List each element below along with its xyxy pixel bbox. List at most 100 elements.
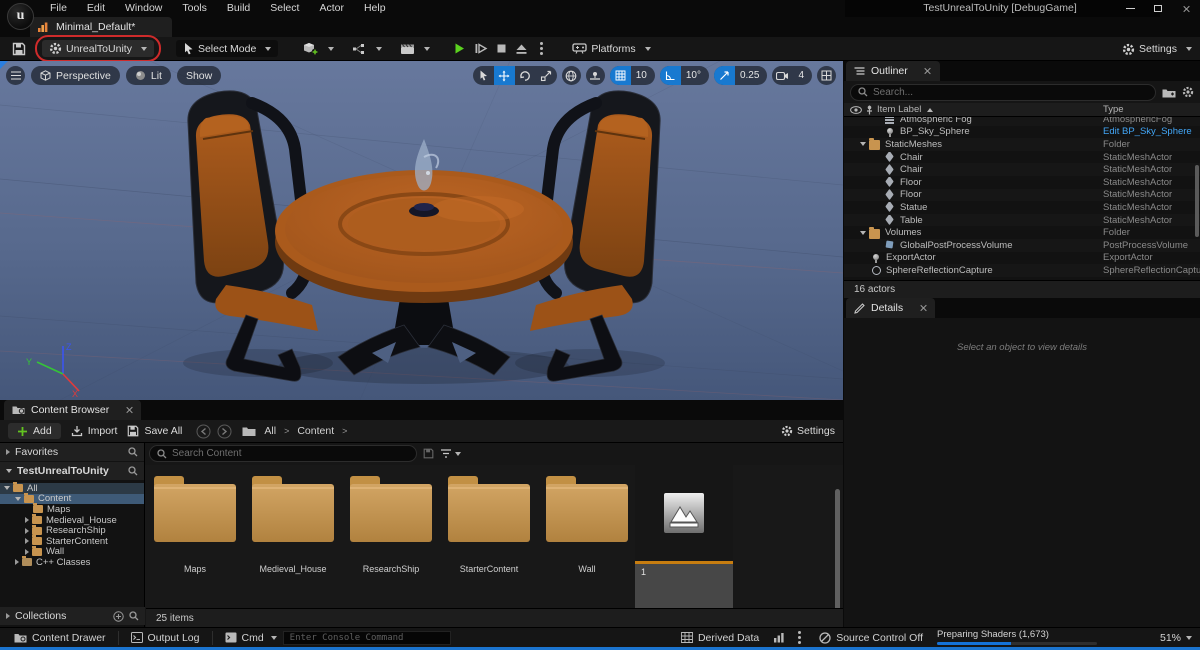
close-icon[interactable]	[919, 304, 927, 312]
tree-item-startercontent[interactable]: StarterContent	[0, 536, 144, 547]
search-icon[interactable]	[128, 466, 138, 476]
derived-data-button[interactable]: Derived Data	[675, 632, 765, 644]
outliner-row[interactable]: ChairStaticMeshActor	[844, 163, 1200, 176]
content-searchbox[interactable]	[149, 445, 417, 462]
grid-snap-control[interactable]: 10	[610, 66, 655, 85]
import-button[interactable]: Import	[71, 425, 118, 437]
level-tab[interactable]: Minimal_Default*	[30, 17, 172, 37]
insights-icon[interactable]	[773, 632, 786, 643]
folder-tile-maps[interactable]: Maps	[147, 468, 243, 574]
outliner-scrollbar[interactable]	[1195, 165, 1199, 237]
rotate-tool-button[interactable]	[515, 66, 536, 85]
save-button[interactable]	[8, 40, 30, 58]
toolbar-settings-dropdown[interactable]: Settings	[1122, 37, 1192, 61]
outliner-row[interactable]: FloorStaticMeshActor	[844, 176, 1200, 189]
cmd-dropdown[interactable]: Cmd	[219, 632, 283, 644]
platforms-dropdown[interactable]: Platforms	[565, 41, 657, 57]
menu-actor[interactable]: Actor	[309, 0, 354, 17]
menu-help[interactable]: Help	[354, 0, 396, 17]
stop-button[interactable]	[496, 43, 507, 54]
save-all-button[interactable]: Save All	[127, 425, 182, 437]
viewport-options-menu[interactable]	[6, 66, 25, 85]
tree-item-all[interactable]: All	[0, 483, 144, 494]
outliner-search-input[interactable]	[873, 87, 1148, 98]
select-tool-button[interactable]	[473, 66, 494, 85]
outliner-row[interactable]: TableStaticMeshActor	[844, 214, 1200, 227]
tree-item-content[interactable]: Content	[0, 494, 144, 505]
tree-item-cpp-classes[interactable]: C++ Classes	[0, 557, 144, 568]
surface-snapping-button[interactable]	[586, 66, 605, 85]
eye-icon[interactable]	[850, 106, 862, 114]
perspective-dropdown[interactable]: Perspective	[31, 66, 120, 85]
filter-dropdown[interactable]	[440, 449, 461, 458]
breadcrumb-current[interactable]: Content	[297, 425, 334, 437]
tree-item-researchship[interactable]: ResearchShip	[0, 525, 144, 536]
search-icon[interactable]	[128, 447, 138, 457]
project-section[interactable]: TestUnrealToUnity	[0, 462, 144, 480]
menu-tools[interactable]: Tools	[172, 0, 217, 17]
outliner-row[interactable]: GlobalPostProcessVolumePostProcessVolume	[844, 239, 1200, 252]
content-browser-settings[interactable]: Settings	[781, 425, 835, 437]
outliner-settings-icon[interactable]	[1182, 86, 1194, 98]
outliner-row[interactable]: StatueStaticMeshActor	[844, 201, 1200, 214]
breadcrumb-root[interactable]: All	[264, 425, 276, 437]
tree-item-medieval-house[interactable]: Medieval_House	[0, 515, 144, 526]
col-item-label[interactable]: Item Label	[877, 104, 921, 115]
tree-item-maps[interactable]: Maps	[0, 504, 144, 515]
close-button[interactable]	[1172, 0, 1200, 17]
play-button[interactable]	[453, 42, 466, 55]
source-control-button[interactable]: Source Control Off	[813, 632, 929, 644]
maximize-button[interactable]	[1144, 0, 1172, 17]
folder-tile-medieval-house[interactable]: Medieval_House	[245, 468, 341, 574]
rotation-snap-control[interactable]: 10°	[660, 66, 709, 85]
favorites-section[interactable]: Favorites	[0, 443, 144, 461]
show-dropdown[interactable]: Show	[177, 66, 221, 85]
collections-section[interactable]: Collections	[0, 607, 145, 625]
move-tool-button[interactable]	[494, 66, 515, 85]
add-folder-icon[interactable]	[1162, 87, 1176, 98]
outliner-row[interactable]: VolumesFolder	[844, 226, 1200, 239]
minimize-button[interactable]	[1116, 0, 1144, 17]
forward-button[interactable]	[217, 424, 232, 439]
outliner-row[interactable]: Atmospheric FogAtmosphericFog	[844, 117, 1200, 126]
add-actor-dropdown[interactable]	[300, 40, 337, 58]
content-scrollbar[interactable]	[835, 489, 840, 608]
select-mode-dropdown[interactable]: Select Mode	[176, 40, 278, 57]
unreal-logo[interactable]: u	[7, 3, 34, 30]
world-local-toggle[interactable]	[562, 66, 581, 85]
expand-arrow-icon[interactable]	[860, 142, 866, 146]
eject-button[interactable]	[515, 43, 528, 55]
viewport-3d[interactable]: Z Y X Perspective Lit	[0, 61, 843, 400]
scale-snap-control[interactable]: 0.25	[714, 66, 767, 85]
tab-details[interactable]: Details	[846, 298, 935, 318]
skip-frame-button[interactable]	[474, 42, 488, 55]
search-icon[interactable]	[129, 611, 139, 621]
menu-build[interactable]: Build	[217, 0, 260, 17]
menu-window[interactable]: Window	[115, 0, 172, 17]
tab-outliner[interactable]: Outliner	[846, 61, 940, 81]
content-drawer-button[interactable]: Content Drawer	[8, 632, 112, 644]
blueprints-dropdown[interactable]	[349, 41, 385, 57]
folder-tile-researchship[interactable]: ResearchShip	[343, 468, 439, 574]
pin-icon[interactable]	[866, 105, 873, 115]
expand-arrow-icon[interactable]	[860, 231, 866, 235]
unrealtounity-dropdown[interactable]: UnrealToUnity	[42, 40, 154, 57]
close-icon[interactable]	[924, 67, 932, 75]
add-button[interactable]: Add	[8, 423, 61, 439]
add-collection-icon[interactable]	[113, 611, 124, 622]
outliner-searchbox[interactable]	[850, 84, 1156, 101]
save-search-icon[interactable]	[423, 448, 434, 459]
menu-file[interactable]: File	[40, 0, 77, 17]
cinematics-dropdown[interactable]	[397, 41, 433, 57]
outliner-row[interactable]: ExportActorExportActor	[844, 252, 1200, 265]
outliner-row[interactable]: FloorStaticMeshActor	[844, 189, 1200, 202]
outliner-row[interactable]: BP_Sky_SphereEdit BP_Sky_Sphere	[844, 126, 1200, 139]
outliner-row[interactable]: ChairStaticMeshActor	[844, 151, 1200, 164]
menu-edit[interactable]: Edit	[77, 0, 115, 17]
progress-percent[interactable]: 51%	[1160, 632, 1192, 644]
camera-speed-control[interactable]: 4	[772, 66, 812, 85]
maximize-viewport-button[interactable]	[817, 66, 836, 85]
content-search-input[interactable]	[172, 448, 409, 459]
scale-tool-button[interactable]	[536, 66, 557, 85]
folder-tile-startercontent[interactable]: StarterContent	[441, 468, 537, 574]
